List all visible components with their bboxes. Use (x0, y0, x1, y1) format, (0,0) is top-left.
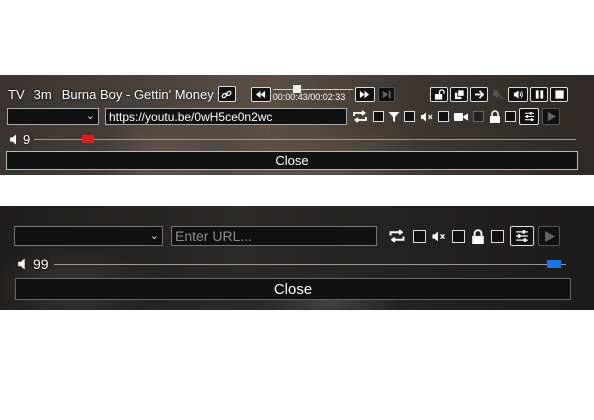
settings-button[interactable] (510, 226, 534, 246)
lock-icon (472, 228, 484, 244)
pause-icon (535, 89, 543, 99)
volume-row: 9 (9, 131, 31, 147)
repeat-checkbox[interactable] (373, 111, 384, 122)
seek-track (272, 89, 353, 90)
repeat-icon (353, 110, 367, 123)
link-icon (221, 90, 232, 98)
mute-checkbox[interactable] (438, 111, 449, 122)
sliders-icon (516, 230, 528, 242)
lock-button[interactable] (489, 110, 501, 123)
settings-button[interactable] (519, 108, 539, 125)
header-row: TV 3m Burna Boy - Gettin' Money 00:00:43… (8, 84, 395, 104)
play-button[interactable] (542, 108, 560, 125)
repeat-checkbox[interactable] (413, 229, 426, 243)
speaker-icon (17, 258, 28, 270)
duration-label: 3m (33, 86, 52, 102)
rewind-icon (256, 90, 266, 98)
repeat-button[interactable] (351, 110, 369, 123)
url-row: ⌄ (7, 107, 560, 126)
lock-checkbox[interactable] (491, 229, 504, 243)
rewind-button[interactable] (250, 86, 271, 102)
play-icon (544, 230, 555, 242)
url-input[interactable] (105, 108, 347, 125)
chevron-down-icon: ⌄ (149, 230, 159, 242)
video-title: Burna Boy - Gettin' Money (61, 86, 214, 102)
mute-button[interactable] (431, 230, 447, 243)
source-dropdown[interactable]: ⌄ (7, 108, 99, 125)
volume-value: 9 (23, 131, 31, 147)
filter-checkbox[interactable] (404, 111, 415, 122)
volume-slider-2[interactable] (547, 260, 562, 268)
window-controls (430, 84, 568, 104)
copy-icon (454, 88, 465, 99)
player-panel-1: TV 3m Burna Boy - Gettin' Money 00:00:43… (0, 75, 594, 175)
lock-icon (490, 110, 500, 123)
unlock-icon (434, 88, 445, 100)
link-button[interactable] (217, 86, 236, 102)
source-label: TV (8, 86, 25, 102)
skip-next-button[interactable] (377, 86, 395, 102)
repeat-button[interactable] (387, 229, 407, 243)
video-checkbox[interactable] (473, 111, 484, 122)
volume-up-icon (513, 89, 523, 99)
video-camera-icon (454, 112, 468, 121)
pause-button[interactable] (530, 86, 548, 102)
volume-track-2 (54, 264, 566, 265)
fast-forward-icon (360, 90, 370, 98)
mute-icon (421, 112, 433, 121)
mute-button[interactable] (420, 111, 434, 123)
speaker-icon (9, 134, 19, 145)
play-icon (547, 111, 556, 122)
mute-checkbox[interactable] (452, 229, 465, 243)
popout-button[interactable] (470, 86, 488, 102)
sliders-icon (524, 111, 534, 122)
url-input[interactable] (171, 226, 377, 246)
source-dropdown[interactable]: ⌄ (14, 226, 163, 246)
skip-next-icon (382, 90, 391, 98)
url-row: ⌄ (14, 226, 560, 246)
volume-track-1 (34, 139, 576, 140)
copy-button[interactable] (450, 86, 468, 102)
stop-icon (554, 89, 564, 99)
volume-slider-1[interactable] (81, 135, 94, 143)
chevron-down-icon: ⌄ (85, 110, 95, 122)
close-button[interactable]: Close (15, 278, 571, 300)
fast-forward-button[interactable] (354, 86, 375, 102)
volume-row: 99 (17, 256, 49, 272)
repeat-icon (389, 229, 405, 243)
lock-checkbox[interactable] (505, 111, 516, 122)
stop-button[interactable] (550, 86, 568, 102)
filter-button[interactable] (388, 111, 400, 123)
video-button[interactable] (453, 111, 469, 123)
play-button[interactable] (538, 226, 560, 246)
volume-button[interactable] (508, 86, 528, 102)
player-panel-2: ⌄ 99 Close (0, 206, 594, 310)
unlock-button[interactable] (430, 86, 448, 102)
time-display: 00:00:43/00:02:33 (272, 92, 346, 102)
close-button[interactable]: Close (6, 151, 578, 170)
seek-bar[interactable]: 00:00:43/00:02:33 (272, 83, 353, 105)
mute-icon (432, 231, 445, 241)
filter-icon (388, 111, 400, 122)
mute-disabled-icon (491, 87, 505, 101)
lock-button[interactable] (471, 228, 485, 244)
arrow-right-icon (474, 89, 484, 99)
volume-value: 99 (33, 256, 49, 272)
